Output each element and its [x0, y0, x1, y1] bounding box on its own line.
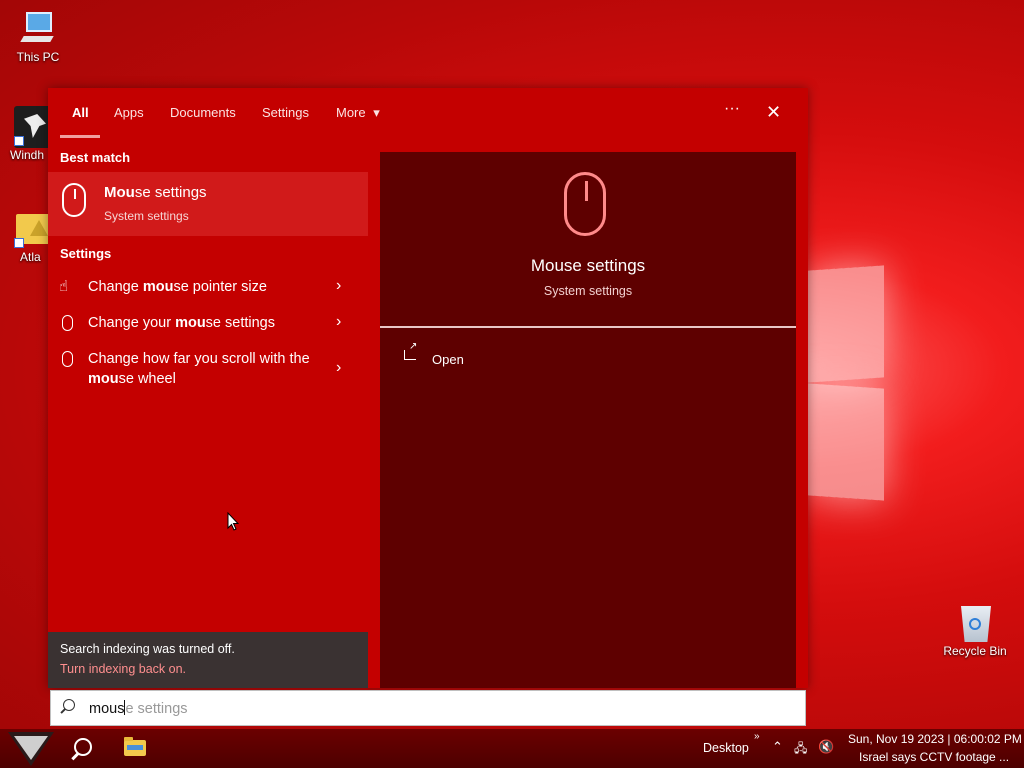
tab-more[interactable]: More ▾ [336, 105, 380, 121]
chevron-right-icon[interactable]: › [336, 313, 341, 331]
best-match-item[interactable]: Mouse settings System settings [48, 172, 368, 236]
network-icon[interactable]: 🖧 [794, 739, 807, 760]
indexing-notice: Search indexing was turned off. Turn ind… [48, 632, 368, 688]
setting-item-label: Change your mouse settings [88, 315, 275, 331]
file-explorer-icon[interactable] [124, 737, 146, 756]
search-tabs: All Apps Documents Settings More ▾ ··· ✕ [48, 88, 808, 138]
preview-pane: Mouse settings System settings Open [380, 152, 796, 688]
close-icon[interactable]: ✕ [766, 102, 781, 123]
tab-all[interactable]: All [72, 105, 89, 120]
chevron-right-icon[interactable]: › [336, 277, 341, 295]
best-match-heading: Best match [60, 150, 131, 165]
best-match-title: Mouse settings [104, 184, 207, 201]
mouse-icon [62, 351, 73, 367]
desktop-icon-this-pc[interactable]: This PC [6, 8, 70, 64]
mouse-icon [564, 172, 606, 236]
open-action[interactable]: Open [432, 352, 464, 367]
search-text: mouse settings [89, 700, 188, 717]
toolbar-overflow-icon[interactable]: » [754, 731, 760, 742]
chevron-right-icon[interactable]: › [336, 359, 341, 377]
search-panel: All Apps Documents Settings More ▾ ··· ✕… [48, 88, 808, 688]
indexing-message: Search indexing was turned off. [60, 642, 235, 656]
search-icon [63, 699, 75, 711]
clock[interactable]: Sun, Nov 19 2023 | 06:00:02 PM [848, 732, 1022, 746]
search-icon[interactable] [74, 738, 92, 756]
mouse-icon [62, 315, 73, 331]
title-rest: se settings [134, 184, 207, 201]
turn-indexing-on-link[interactable]: Turn indexing back on. [60, 662, 186, 676]
preview-title: Mouse settings [530, 256, 646, 275]
desktop-icon-atlas[interactable]: Atla [6, 208, 52, 264]
windows-logo-wallpaper [800, 265, 890, 504]
volume-muted-icon[interactable]: 🔇 [818, 739, 834, 755]
match-highlight: Mou [104, 184, 135, 201]
search-input[interactable]: mouse settings [50, 690, 806, 726]
desktop-icon-label: Windh [10, 148, 45, 162]
hand-pointer-icon: ☝ [59, 278, 69, 295]
best-match-subtitle: System settings [104, 209, 189, 223]
tab-settings[interactable]: Settings [262, 105, 309, 120]
desktop-icon-label: This PC [16, 50, 60, 64]
results-list: Best match Mouse settings System setting… [48, 138, 368, 688]
setting-item-pointer-size[interactable]: ☝ Change mouse pointer size › [48, 277, 368, 301]
more-options-icon[interactable]: ··· [724, 100, 740, 118]
mouse-cursor-icon [227, 511, 240, 537]
chevron-down-icon: ▾ [373, 105, 380, 120]
preview-divider [380, 326, 796, 328]
desktop-icon-label: Atla [20, 250, 41, 264]
news-ticker[interactable]: Israel says CCTV footage ... [859, 750, 1009, 764]
tab-more-label: More [336, 105, 366, 120]
preview-subtitle: System settings [543, 284, 633, 298]
taskbar: Desktop » ⌃ 🖧 🔇 Sun, Nov 19 2023 | 06:00… [0, 729, 1024, 768]
desktop-icon-recycle-bin[interactable]: Recycle Bin [942, 602, 1008, 658]
setting-item-label: Change how far you scroll with the mouse… [88, 351, 310, 387]
desktop-toolbar-label[interactable]: Desktop [703, 741, 749, 755]
desktop-icon-windhawk[interactable]: Windh [6, 106, 52, 162]
recycle-bin-icon [955, 602, 995, 642]
tab-documents[interactable]: Documents [170, 105, 236, 120]
setting-item-scroll-wheel[interactable]: Change how far you scroll with the mouse… [48, 349, 368, 393]
settings-heading: Settings [60, 246, 112, 261]
mouse-icon [62, 183, 86, 217]
chevron-up-icon[interactable]: ⌃ [772, 739, 783, 755]
computer-icon [18, 8, 58, 48]
windhawk-icon [14, 106, 52, 148]
setting-item-mouse-settings[interactable]: Change your mouse settings › [48, 313, 368, 337]
desktop-icon-label: Recycle Bin [943, 644, 1007, 658]
typed-text: mous [89, 701, 125, 717]
setting-item-label: Change mouse pointer size [88, 279, 267, 295]
open-icon [404, 341, 417, 360]
folder-icon [14, 208, 52, 248]
tab-apps[interactable]: Apps [114, 105, 144, 120]
autocomplete-hint: e settings [125, 701, 188, 717]
